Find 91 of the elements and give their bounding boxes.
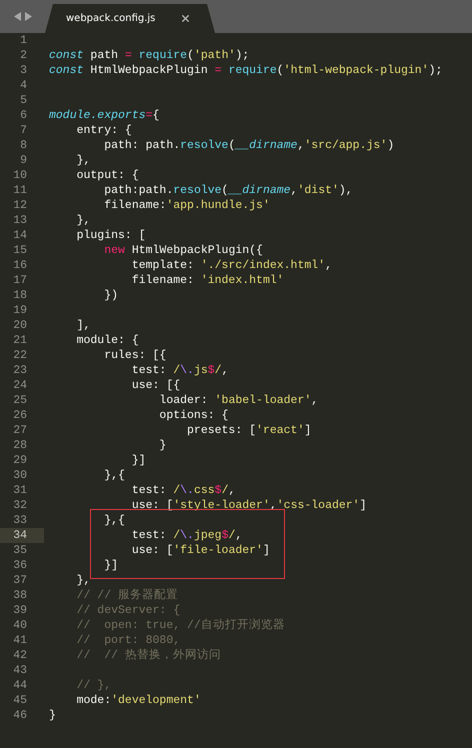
line-number: 31: [12, 483, 28, 498]
code-line: }: [158, 438, 166, 453]
code-line: use: [{: [130, 378, 180, 393]
code-line: module.exports={: [48, 108, 160, 123]
code-line: mode:'development': [76, 693, 201, 708]
line-number: 11: [12, 183, 28, 198]
code-line: },: [76, 213, 90, 228]
line-number: 32: [12, 498, 28, 513]
line-number: 18: [12, 288, 28, 303]
line-number: 4: [19, 78, 28, 93]
code-line: // // 服务器配置: [76, 588, 178, 603]
line-number: 8: [19, 138, 28, 153]
right-arrow-icon[interactable]: [24, 12, 32, 21]
line-number: 15: [12, 243, 28, 258]
line-number: 10: [12, 168, 28, 183]
line-number: 46: [12, 708, 28, 723]
line-number: 25: [12, 393, 28, 408]
code-line: ],: [76, 318, 90, 333]
line-number: 44: [12, 678, 28, 693]
code-line: test: /\.css$/,: [130, 483, 236, 498]
line-number: 21: [12, 333, 28, 348]
left-arrow-icon[interactable]: [14, 12, 20, 21]
line-number: 13: [12, 213, 28, 228]
code-line: options: {: [158, 408, 228, 423]
line-number: 39: [12, 603, 28, 618]
code-line: plugins: [: [76, 228, 146, 243]
code-line: filename: 'index.html': [130, 273, 284, 288]
line-number: 20: [12, 318, 28, 333]
line-number: 3: [19, 63, 28, 78]
code-line: output: {: [76, 168, 139, 183]
code-line: }): [103, 288, 118, 303]
line-number: 30: [12, 468, 28, 483]
editor-tab[interactable]: webpack.config.js: [45, 4, 215, 33]
code-line: path:path.resolve(__dirname,'dist'),: [103, 183, 353, 198]
code-line: use: ['file-loader']: [130, 543, 270, 558]
code-line: path: path.resolve(__dirname,'src/app.js'): [103, 138, 394, 153]
code-line: }: [48, 708, 56, 723]
code-line: presets: ['react']: [186, 423, 312, 438]
line-number: 29: [12, 453, 28, 468]
line-number: 17: [12, 273, 28, 288]
code-line: loader: 'babel-loader',: [158, 393, 318, 408]
code-line: rules: [{: [103, 348, 166, 363]
code-line: module: {: [76, 333, 139, 348]
code-line: new HtmlWebpackPlugin({: [103, 243, 263, 258]
code-line: const HtmlWebpackPlugin = require('html-webpack-plugin');: [48, 63, 442, 78]
line-number: 2: [19, 48, 28, 63]
code-line: filename:'app.hundle.js': [103, 198, 270, 213]
line-number: 22: [12, 348, 28, 363]
line-number: 26: [12, 408, 28, 423]
code-line: }]: [130, 453, 146, 468]
code-line: const path = require('path');: [48, 48, 250, 63]
code-line: // open: true, //自动打开浏览器: [76, 618, 285, 633]
code-line: },: [76, 573, 90, 588]
code-line: // },: [76, 678, 112, 693]
line-number: 7: [19, 123, 28, 138]
line-number: 27: [12, 423, 28, 438]
tab-title: webpack.config.js: [66, 13, 156, 24]
line-number: 36: [12, 558, 28, 573]
code-line: // // 热替换，外网访问: [76, 648, 221, 663]
line-number: 45: [12, 693, 28, 708]
code-line: },{: [103, 513, 125, 528]
code-line: },{: [103, 468, 125, 483]
code-line: // port: 8080,: [76, 633, 180, 648]
line-number: 16: [12, 258, 28, 273]
line-number: 40: [12, 618, 28, 633]
line-number: 19: [12, 303, 28, 318]
line-number: 37: [12, 573, 28, 588]
code-line: }]: [103, 558, 118, 573]
line-number: 12: [12, 198, 28, 213]
line-number: 14: [12, 228, 28, 243]
line-number: 33: [12, 513, 28, 528]
line-number: 34: [0, 528, 44, 543]
line-number: 35: [12, 543, 28, 558]
close-tab-button[interactable]: [180, 13, 191, 24]
line-number: 38: [12, 588, 28, 603]
code-line: // devServer: {: [76, 603, 180, 618]
code-line: entry: {: [76, 123, 132, 138]
code-line: test: /\.js$/,: [130, 363, 228, 378]
line-number: 5: [19, 93, 28, 108]
line-number: 28: [12, 438, 28, 453]
code-line: test: /\.jpeg$/,: [130, 528, 242, 543]
line-number: 6: [19, 108, 28, 123]
code-line: template: './src/index.html',: [130, 258, 332, 273]
line-number: 1: [19, 33, 28, 48]
line-number: 24: [12, 378, 28, 393]
line-number: 43: [12, 663, 28, 678]
line-number: 23: [12, 363, 28, 378]
code-line: },: [76, 153, 90, 168]
line-number: 9: [19, 153, 28, 168]
line-number: 41: [12, 633, 28, 648]
line-number: 42: [12, 648, 28, 663]
